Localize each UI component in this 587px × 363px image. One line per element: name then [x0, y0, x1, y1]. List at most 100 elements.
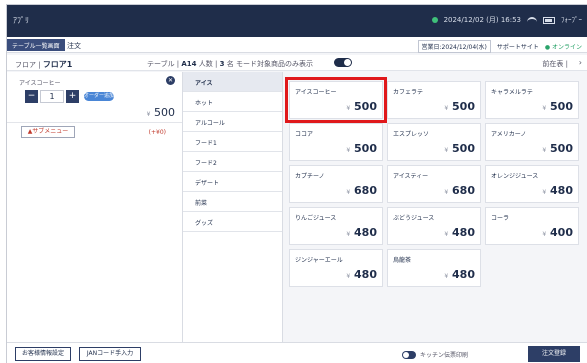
price-value: 480: [354, 226, 377, 239]
price-prefix: ¥: [346, 231, 351, 238]
footer-bar: お客様情報設定 JANコード手入力 キッチン伝票印刷 注文登録: [7, 342, 587, 363]
product-price: ¥ 500: [346, 142, 377, 155]
product-tile[interactable]: オレンジジュース ¥ 480: [485, 165, 579, 203]
submenu-button[interactable]: ▲サブメニュー: [21, 126, 75, 138]
floor-selector[interactable]: フロア | フロア1: [15, 59, 72, 70]
increment-button[interactable]: +: [66, 90, 79, 103]
product-tile[interactable]: ぶどうジュース ¥ 480: [387, 207, 481, 245]
kitchen-toggle-switch[interactable]: [402, 350, 416, 359]
app-name: ｱﾌﾟﾘ: [13, 16, 29, 25]
sub-header-right: 営業日:2024/12/04(水) サポートサイト ● オンライン: [417, 40, 582, 53]
category-item-dessert[interactable]: デザート: [183, 172, 282, 192]
price-prefix: ¥: [346, 147, 351, 154]
product-name: りんごジュース: [295, 215, 337, 222]
price-value: 500: [550, 100, 573, 113]
product-name: オレンジジュース: [491, 173, 539, 180]
price-prefix: ¥: [542, 105, 547, 112]
price-prefix: ¥: [444, 105, 449, 112]
product-tile[interactable]: カフェラテ ¥ 500: [387, 81, 481, 119]
price-value: 680: [354, 184, 377, 197]
app-title: ｱﾌﾟﾘ: [13, 15, 303, 99]
price-value: 500: [452, 142, 475, 155]
selected-product-highlight: [285, 77, 387, 123]
quantity-value[interactable]: 1: [40, 90, 64, 103]
product-tile[interactable]: ジンジャーエール ¥ 480: [289, 249, 383, 287]
price-value: 500: [550, 142, 573, 155]
filter-toggle[interactable]: [334, 58, 352, 67]
product-tile[interactable]: キャラメルラテ ¥ 500: [485, 81, 579, 119]
price-prefix: ¥: [444, 189, 449, 196]
status-bar: ｱﾌﾟﾘ 2024/12/02 (月) 16:53 ﾌｫｰﾌﾟｰ: [7, 5, 587, 99]
price-value: 480: [452, 268, 475, 281]
price-prefix: ¥: [444, 273, 449, 280]
price-prefix: ¥: [346, 189, 351, 196]
page-title: 注文: [67, 42, 81, 50]
price-value: 500: [354, 142, 377, 155]
product-tile[interactable]: ココア ¥ 500: [289, 123, 383, 161]
price-prefix: ¥: [542, 231, 547, 238]
connection-status: ● オンライン: [544, 44, 582, 51]
datetime: 2024/12/02 (月) 16:53: [443, 16, 521, 24]
product-name: 烏龍茶: [393, 257, 412, 264]
status-dot-icon: [431, 17, 438, 23]
order-item-name: アイスコーヒー: [19, 80, 61, 87]
product-price: ¥ 500: [444, 142, 475, 155]
wifi-icon: [527, 16, 537, 24]
remove-item-icon[interactable]: ✕: [166, 76, 175, 85]
price-prefix: ¥: [542, 147, 547, 154]
category-item-goods[interactable]: グッズ: [183, 212, 282, 232]
device-frame: ｱﾌﾟﾘ 2024/12/02 (月) 16:53 ﾌｫｰﾌﾟｰ テーブル一覧画…: [0, 0, 587, 363]
price-prefix: ¥: [444, 147, 449, 154]
category-item-food1[interactable]: フード1: [183, 132, 282, 152]
pager-label[interactable]: 前在表 |: [542, 59, 568, 69]
table-label: テーブル |: [147, 60, 182, 68]
product-tile[interactable]: カプチーノ ¥ 680: [289, 165, 383, 203]
product-name: ぶどうジュース: [393, 215, 435, 222]
product-price: ¥ 680: [444, 184, 475, 197]
product-name: カプチーノ: [295, 173, 325, 180]
decrement-button[interactable]: −: [25, 90, 38, 103]
product-tile[interactable]: アイスティー ¥ 680: [387, 165, 481, 203]
product-tile[interactable]: エスプレッソ ¥ 500: [387, 123, 481, 161]
table-info: テーブル | A14 人数 | 3 名 モード対象商品のみ表示: [147, 59, 313, 69]
product-tile[interactable]: りんごジュース ¥ 480: [289, 207, 383, 245]
product-price: ¥ 500: [542, 100, 573, 113]
product-price: ¥ 480: [444, 226, 475, 239]
product-price: ¥ 480: [542, 184, 573, 197]
business-date: 営業日:2024/12/04(水): [417, 40, 491, 53]
order-option-pill[interactable]: オーダー追加: [84, 92, 114, 101]
product-tile[interactable]: コーラ ¥ 400: [485, 207, 579, 245]
price-value: 480: [452, 226, 475, 239]
support-site-link[interactable]: サポートサイト: [497, 42, 539, 51]
jan-input-button[interactable]: JANコード手入力: [79, 347, 141, 361]
battery-icon: [543, 16, 555, 24]
breadcrumb[interactable]: テーブル一覧画面: [7, 39, 65, 51]
customer-info-button[interactable]: お客様情報設定: [15, 347, 71, 361]
product-tile[interactable]: 烏龍茶 ¥ 480: [387, 249, 481, 287]
quantity-stepper: − 1 + オーダー追加: [25, 90, 114, 103]
sub-header: テーブル一覧画面 注文 営業日:2024/12/04(水) サポートサイト ● …: [7, 37, 587, 53]
people-value: 3: [219, 60, 225, 68]
product-name: ジンジャーエール: [295, 257, 343, 264]
product-tile[interactable]: アメリカーノ ¥ 500: [485, 123, 579, 161]
product-name: コーラ: [491, 215, 510, 222]
floor-label: フロア |: [15, 61, 43, 69]
submenu-total: (+¥0): [148, 129, 166, 136]
price-prefix: ¥: [444, 231, 449, 238]
register-order-button[interactable]: 注文登録: [528, 346, 580, 362]
price-prefix: ¥: [542, 189, 547, 196]
line-price: ¥ 500: [147, 106, 175, 119]
category-item-hot[interactable]: ホット: [183, 92, 282, 112]
kitchen-print-toggle[interactable]: キッチン伝票印刷: [402, 350, 468, 359]
line-price-value: 500: [154, 106, 175, 119]
product-price: ¥ 500: [542, 142, 573, 155]
filter-label: モード対象商品のみ表示: [235, 60, 313, 68]
floor-row: フロア | フロア1 テーブル | A14 人数 | 3 名 モード対象商品のみ…: [7, 55, 587, 71]
chevron-right-icon[interactable]: ›: [579, 58, 582, 67]
category-item-appetizer[interactable]: 前菜: [183, 192, 282, 212]
category-item-food2[interactable]: フード2: [183, 152, 282, 172]
category-item-ice[interactable]: アイス: [183, 72, 282, 92]
price-value: 500: [452, 100, 475, 113]
category-item-alcohol[interactable]: アルコール: [183, 112, 282, 132]
status-right: 2024/12/02 (月) 16:53 ﾌｫｰﾌﾟｰ: [431, 15, 582, 25]
